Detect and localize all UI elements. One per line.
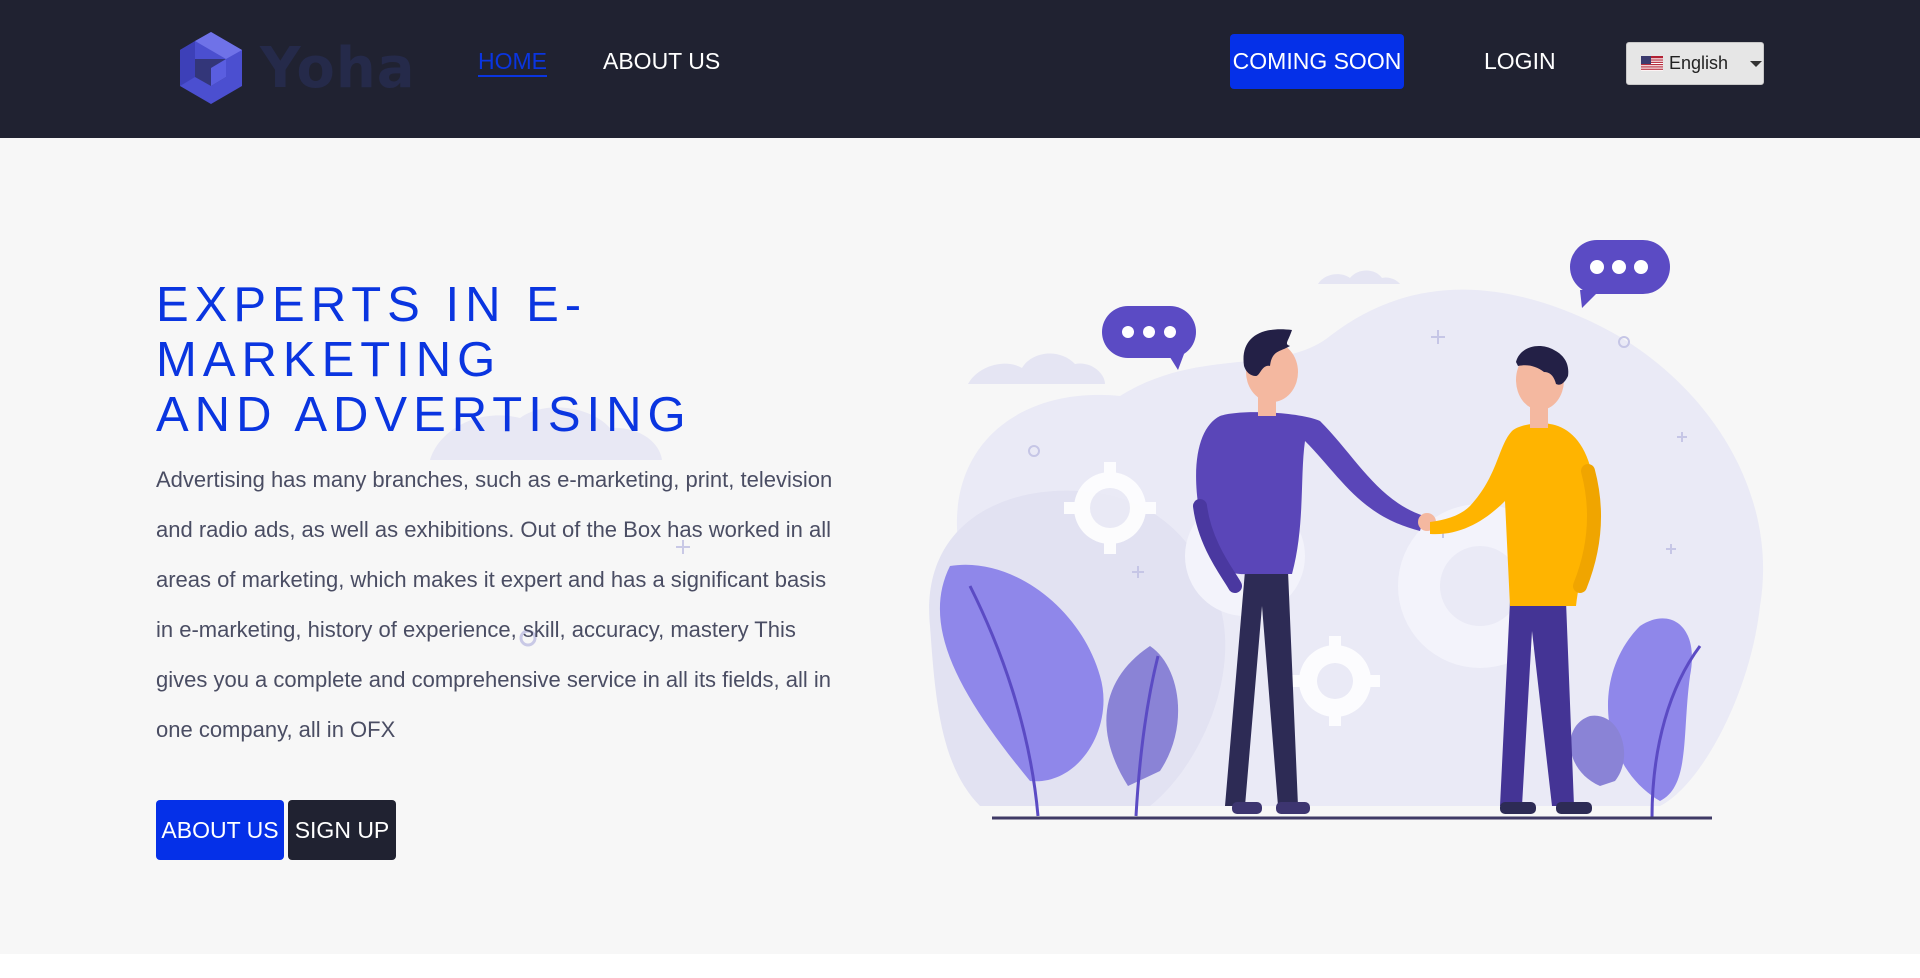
coming-soon-button[interactable]: COMING SOON bbox=[1230, 34, 1404, 89]
language-select[interactable]: English bbox=[1626, 42, 1764, 85]
speech-bubble-icon bbox=[1102, 306, 1196, 370]
sign-up-button[interactable]: SIGN UP bbox=[288, 800, 396, 860]
about-us-button[interactable]: ABOUT US bbox=[156, 800, 284, 860]
us-flag-icon bbox=[1641, 56, 1663, 71]
hero-title-line-2: AND ADVERTISING bbox=[156, 388, 692, 442]
nav-home-link[interactable]: HOME bbox=[478, 48, 547, 75]
brand-name: Yoha bbox=[260, 35, 416, 101]
nav-about-link[interactable]: ABOUT US bbox=[603, 48, 720, 75]
cube-logo-icon bbox=[180, 32, 242, 104]
top-navbar: Yoha HOME ABOUT US COMING SOON LOGIN Eng… bbox=[0, 0, 1920, 138]
brand-logo[interactable]: Yoha bbox=[178, 30, 416, 106]
chevron-down-icon bbox=[1750, 60, 1763, 67]
hero-description: Advertising has many branches, such as e… bbox=[156, 467, 833, 742]
hero-title-line-1: EXPERTS IN E-MARKETING bbox=[156, 278, 588, 387]
login-link[interactable]: LOGIN bbox=[1484, 48, 1556, 75]
handshake-illustration bbox=[929, 240, 1764, 820]
hero-title: EXPERTS IN E-MARKETING AND ADVERTISING bbox=[156, 278, 876, 443]
language-label: English bbox=[1669, 53, 1729, 73]
hero-section: EXPERTS IN E-MARKETING AND ADVERTISING A… bbox=[0, 138, 1920, 954]
